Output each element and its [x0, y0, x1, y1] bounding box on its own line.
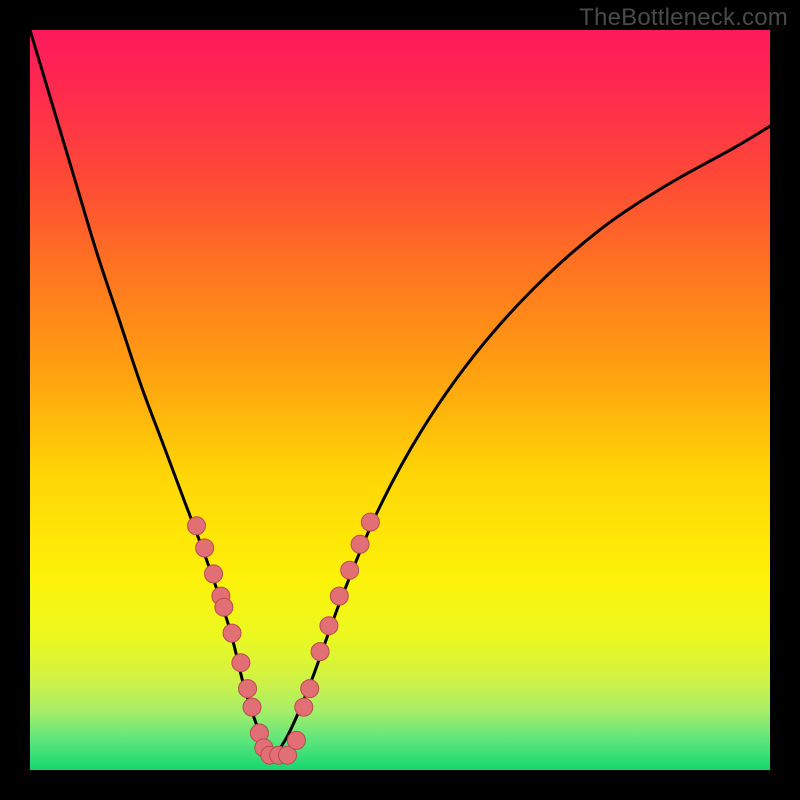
plot-area: [30, 30, 770, 770]
data-marker: [287, 731, 305, 749]
bottleneck-curve: [30, 30, 770, 758]
data-marker: [215, 598, 233, 616]
data-markers: [188, 513, 380, 764]
data-marker: [188, 517, 206, 535]
data-marker: [232, 654, 250, 672]
data-marker: [301, 680, 319, 698]
data-marker: [330, 587, 348, 605]
data-marker: [311, 643, 329, 661]
watermark-text: TheBottleneck.com: [579, 4, 788, 32]
chart-svg: [30, 30, 770, 770]
chart-container: TheBottleneck.com: [0, 0, 800, 800]
data-marker: [243, 698, 261, 716]
data-marker: [295, 698, 313, 716]
data-marker: [361, 513, 379, 531]
data-marker: [239, 680, 257, 698]
data-marker: [320, 617, 338, 635]
data-marker: [196, 539, 214, 557]
data-marker: [223, 624, 241, 642]
data-marker: [341, 561, 359, 579]
data-marker: [205, 565, 223, 583]
data-marker: [351, 535, 369, 553]
